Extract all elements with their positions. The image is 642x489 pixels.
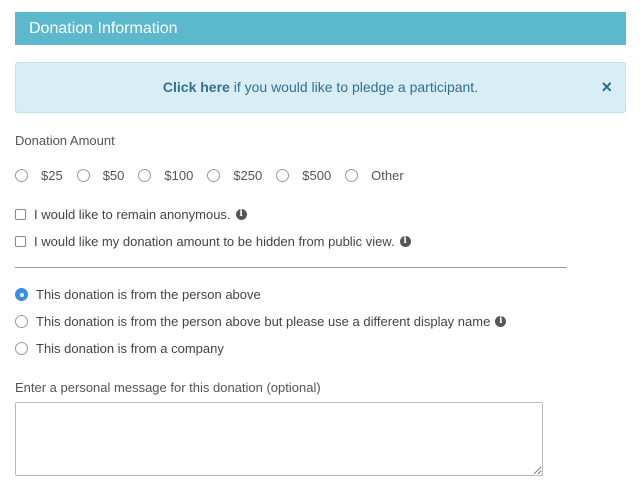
amount-label-250: $250 <box>233 167 263 183</box>
hide-amount-label: I would like my donation amount to be hi… <box>34 234 395 249</box>
info-icon[interactable]: i <box>399 236 411 247</box>
donation-amount-label: Donation Amount <box>15 133 115 148</box>
close-icon[interactable]: × <box>601 63 612 112</box>
source-option-display-name[interactable]: This donation is from the person above b… <box>15 314 507 329</box>
amount-label-50: $50 <box>102 167 125 183</box>
source-company-label: This donation is from a company <box>36 341 224 356</box>
anonymous-checkbox-row[interactable]: I would like to remain anonymous. i <box>15 207 247 222</box>
hide-amount-checkbox-row[interactable]: I would like my donation amount to be hi… <box>15 234 411 249</box>
amount-label-other: Other <box>371 167 404 183</box>
radio-50[interactable] <box>76 168 90 182</box>
radio-25[interactable] <box>15 168 28 182</box>
donation-amount-options: $25 $50 $100 $250 $500 Other <box>15 166 418 184</box>
amount-option-500[interactable]: $500 <box>276 168 331 183</box>
amount-label-100: $100 <box>164 167 194 183</box>
source-option-person[interactable]: This donation is from the person above <box>15 287 261 302</box>
anonymous-checkbox[interactable] <box>15 209 26 220</box>
radio-other[interactable] <box>345 168 359 182</box>
radio-500[interactable] <box>276 168 290 182</box>
radio-source-company[interactable] <box>15 342 28 355</box>
source-display-name-label: This donation is from the person above b… <box>36 314 491 329</box>
anonymous-label: I would like to remain anonymous. <box>34 207 231 222</box>
radio-source-person[interactable] <box>15 288 28 301</box>
amount-option-other[interactable]: Other <box>345 168 404 183</box>
radio-100[interactable] <box>138 168 152 182</box>
alert-text: if you would like to pledge a participan… <box>229 79 479 95</box>
amount-label-500: $500 <box>302 167 332 183</box>
pledge-participant-alert: Click here if you would like to pledge a… <box>15 62 626 113</box>
radio-source-display-name[interactable] <box>15 315 28 328</box>
radio-250[interactable] <box>207 168 221 182</box>
amount-option-50[interactable]: $50 <box>76 167 125 183</box>
source-person-label: This donation is from the person above <box>36 287 261 302</box>
personal-message-textarea[interactable] <box>15 402 543 476</box>
click-here-link[interactable]: Click here <box>163 79 230 95</box>
divider <box>15 267 567 268</box>
amount-option-100[interactable]: $100 <box>138 168 193 183</box>
info-icon[interactable]: i <box>495 316 507 327</box>
info-icon[interactable]: i <box>235 209 247 220</box>
amount-option-25[interactable]: $25 <box>15 168 63 183</box>
personal-message-label: Enter a personal message for this donati… <box>15 380 321 395</box>
amount-option-250[interactable]: $250 <box>207 168 262 183</box>
section-header-donation-information: Donation Information <box>15 12 626 45</box>
source-option-company[interactable]: This donation is from a company <box>15 341 224 356</box>
section-title: Donation Information <box>29 20 178 37</box>
amount-label-25: $25 <box>41 167 63 183</box>
hide-amount-checkbox[interactable] <box>15 236 26 247</box>
